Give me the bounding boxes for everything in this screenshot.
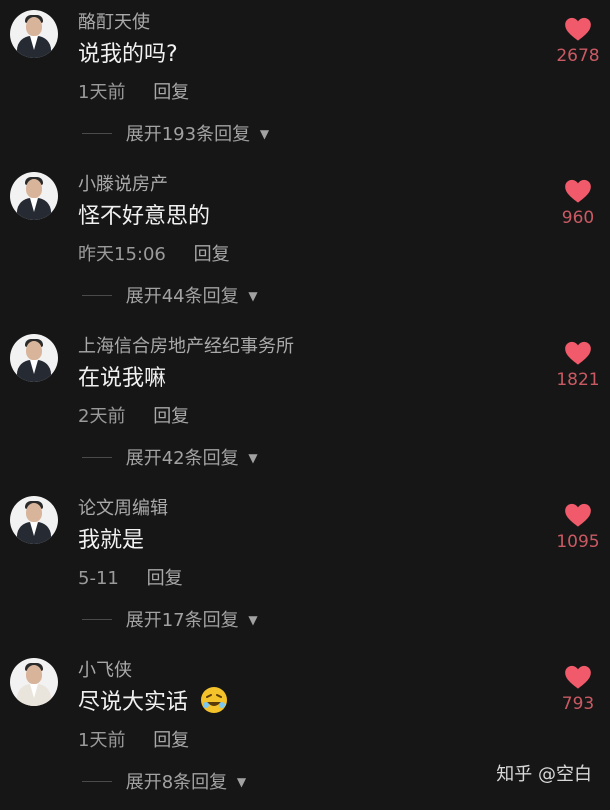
caret-down-icon: ▼ [236, 775, 247, 789]
reply-button[interactable]: 回复 [153, 730, 189, 751]
avatar-face [26, 665, 42, 684]
expand-replies-label: 展开44条回复 [125, 286, 239, 307]
comment-meta: 2天前 回复 [78, 402, 189, 428]
avatar[interactable] [10, 334, 58, 382]
avatar-face [26, 503, 42, 522]
expand-replies-label: 展开8条回复 [125, 772, 228, 793]
like-button[interactable]: 1095 [548, 502, 608, 552]
expand-replies-button[interactable]: 展开42条回复 ▼ [82, 444, 258, 470]
comment-time: 1天前 [78, 730, 126, 751]
like-count: 793 [561, 694, 595, 714]
comment-text: 在说我嘛 [78, 366, 167, 391]
reply-button[interactable]: 回复 [147, 568, 183, 589]
username[interactable]: 论文周编辑 [78, 494, 168, 520]
avatar[interactable] [10, 172, 58, 220]
expand-replies-button[interactable]: 展开193条回复 ▼ [82, 120, 269, 146]
comment-time: 昨天15:06 [78, 244, 166, 265]
like-count: 1095 [556, 532, 600, 552]
comment-time: 1天前 [78, 82, 126, 103]
divider-line [82, 457, 112, 458]
username[interactable]: 小飞侠 [78, 656, 132, 682]
divider-line [82, 619, 112, 620]
comment-item: 论文周编辑 我就是 5-11 回复 展开17条回复 ▼ 1095 [0, 486, 610, 648]
reply-button[interactable]: 回复 [153, 406, 189, 427]
comment-meta: 1天前 回复 [78, 78, 189, 104]
comment-time: 2天前 [78, 406, 126, 427]
caret-down-icon: ▼ [248, 451, 258, 465]
divider-line [82, 295, 112, 296]
like-button[interactable]: 960 [548, 178, 608, 228]
comment-text: 说我的吗? [78, 42, 178, 67]
comment-time: 5-11 [78, 568, 119, 589]
avatar-face [26, 179, 42, 198]
heart-icon [565, 665, 591, 689]
avatar-face [26, 341, 42, 360]
avatar[interactable] [10, 658, 58, 706]
laughing-emoji-icon [201, 687, 228, 713]
comment-item: 小滕说房产 怪不好意思的 昨天15:06 回复 展开44条回复 ▼ 960 [0, 162, 610, 324]
username[interactable]: 酪酊天使 [78, 8, 150, 34]
heart-icon [565, 17, 591, 41]
caret-down-icon: ▼ [259, 127, 270, 141]
like-count: 1821 [556, 370, 600, 390]
reply-button[interactable]: 回复 [194, 244, 230, 265]
comment-item: 上海信合房地产经纪事务所 在说我嘛 2天前 回复 展开42条回复 ▼ 1821 [0, 324, 610, 486]
expand-replies-label: 展开17条回复 [125, 610, 239, 631]
avatar[interactable] [10, 496, 58, 544]
like-button[interactable]: 1821 [548, 340, 608, 390]
like-button[interactable]: 793 [548, 664, 608, 714]
comment-meta: 1天前 回复 [78, 726, 189, 752]
comment-text: 我就是 [78, 528, 145, 553]
expand-replies-label: 展开193条回复 [125, 124, 251, 145]
username[interactable]: 小滕说房产 [78, 170, 168, 196]
comment-text-content: 尽说大实话 [78, 690, 189, 715]
heart-icon [565, 503, 591, 527]
expand-replies-button[interactable]: 展开44条回复 ▼ [82, 282, 258, 308]
username[interactable]: 上海信合房地产经纪事务所 [78, 332, 294, 358]
comment-meta: 昨天15:06 回复 [78, 240, 230, 266]
expand-replies-label: 展开42条回复 [125, 448, 239, 469]
caret-down-icon: ▼ [248, 613, 258, 627]
divider-line [82, 133, 112, 134]
comment-item: 酪酊天使 说我的吗? 1天前 回复 展开193条回复 ▼ 2678 [0, 0, 610, 162]
like-count: 960 [561, 208, 595, 228]
watermark: 知乎 @空白 [496, 764, 592, 785]
avatar[interactable] [10, 10, 58, 58]
heart-icon [565, 341, 591, 365]
heart-icon [565, 179, 591, 203]
expand-replies-button[interactable]: 展开17条回复 ▼ [82, 606, 258, 632]
comment-text: 怪不好意思的 [78, 204, 211, 229]
expand-replies-button[interactable]: 展开8条回复 ▼ [82, 768, 246, 794]
comment-list: 酪酊天使 说我的吗? 1天前 回复 展开193条回复 ▼ 2678 小滕说房产 … [0, 0, 610, 800]
like-button[interactable]: 2678 [548, 16, 608, 66]
comment-text: 尽说大实话 [78, 684, 229, 716]
divider-line [82, 781, 112, 782]
avatar-face [26, 17, 42, 36]
caret-down-icon: ▼ [248, 289, 258, 303]
comment-meta: 5-11 回复 [78, 564, 183, 590]
reply-button[interactable]: 回复 [153, 82, 189, 103]
like-count: 2678 [556, 46, 600, 66]
